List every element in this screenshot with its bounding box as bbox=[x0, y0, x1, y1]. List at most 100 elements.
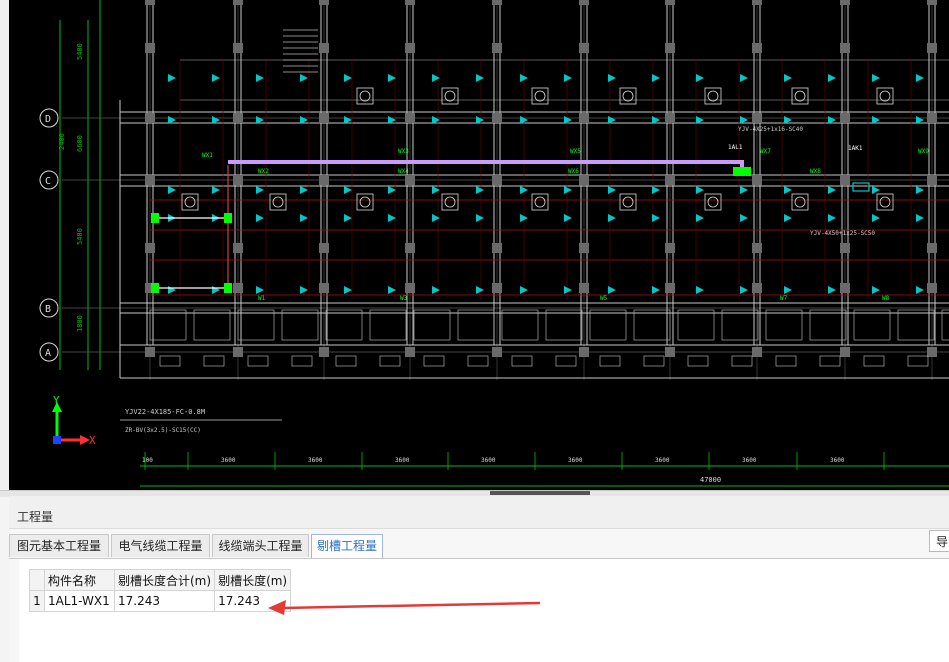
dimension-text: 2400 bbox=[58, 133, 66, 150]
column-block bbox=[319, 113, 329, 123]
column-header-total[interactable]: 剔槽长度合计(m) bbox=[113, 569, 216, 591]
dimension-text: 3600 bbox=[742, 457, 757, 464]
selected-endpoint bbox=[224, 213, 232, 223]
device-marker bbox=[344, 186, 352, 194]
dimension-text: 3600 bbox=[481, 457, 496, 464]
fixture-box bbox=[531, 87, 549, 105]
toilet-block bbox=[677, 309, 715, 341]
fixture-lamp bbox=[794, 196, 806, 208]
cad-viewport[interactable]: 5400 2400 6600 5400 1800 D C B A W1 W3 W5 W7 W8 1AL1 1A… bbox=[0, 0, 949, 490]
toilet-block bbox=[853, 309, 891, 341]
device-marker bbox=[168, 286, 176, 294]
dimension-text: 47000 bbox=[700, 476, 721, 484]
toilet-fixture bbox=[687, 355, 709, 367]
cell-name[interactable]: 1AL1-WX1 bbox=[44, 590, 115, 612]
toilet-block bbox=[589, 309, 627, 341]
column-block bbox=[233, 0, 243, 5]
toilet-fixture bbox=[775, 355, 797, 367]
export-button[interactable]: 导 bbox=[929, 530, 949, 552]
toilet-block bbox=[545, 309, 583, 341]
device-marker bbox=[476, 286, 484, 294]
column-block bbox=[233, 43, 243, 53]
column-block bbox=[233, 175, 243, 185]
row-number: 1 bbox=[29, 590, 45, 612]
toilet-fixture bbox=[423, 355, 445, 367]
device-marker bbox=[432, 186, 440, 194]
circuit-label: WX3 bbox=[398, 148, 409, 155]
selected-endpoint bbox=[224, 283, 232, 293]
device-marker bbox=[652, 286, 660, 294]
fixture-lamp bbox=[534, 90, 546, 102]
column-block bbox=[665, 243, 675, 253]
fixture-lamp bbox=[359, 90, 371, 102]
cell-total[interactable]: 17.243 bbox=[113, 590, 216, 612]
table-row[interactable]: 1 1AL1-WX1 17.243 17.243 bbox=[29, 590, 292, 612]
column-block bbox=[319, 283, 329, 293]
panel-box-1al1 bbox=[733, 167, 751, 176]
dimension-text: 3600 bbox=[308, 457, 323, 464]
panel-box-1ak1 bbox=[852, 182, 870, 192]
device-marker bbox=[476, 74, 484, 82]
fixture-box bbox=[269, 193, 287, 211]
device-marker bbox=[652, 74, 660, 82]
fixture-box bbox=[531, 193, 549, 211]
toilet-fixture bbox=[643, 355, 665, 367]
circuit-label: W7 bbox=[780, 295, 788, 302]
toilet-fixture bbox=[467, 355, 489, 367]
device-marker bbox=[872, 286, 880, 294]
tab-groove-quantity[interactable]: 剔槽工程量 bbox=[311, 534, 383, 559]
column-block bbox=[752, 347, 762, 357]
column-block bbox=[927, 243, 937, 253]
row-number-header bbox=[29, 569, 45, 591]
column-block bbox=[752, 283, 762, 293]
fixture-lamp bbox=[879, 90, 891, 102]
fixture-lamp bbox=[707, 90, 719, 102]
toilet-fixture bbox=[511, 355, 533, 367]
circuit-label: WX6 bbox=[568, 168, 579, 175]
device-marker bbox=[432, 74, 440, 82]
device-marker bbox=[212, 186, 220, 194]
column-header-name[interactable]: 构件名称 bbox=[44, 569, 115, 591]
column-block bbox=[579, 113, 589, 123]
column-block bbox=[405, 0, 415, 5]
column-block bbox=[752, 175, 762, 185]
toilet-block bbox=[369, 309, 407, 341]
device-marker bbox=[168, 74, 176, 82]
quantity-panel: 工程量 图元基本工程量 电气线缆工程量 线缆端头工程量 剔槽工程量 导 构件名称… bbox=[9, 496, 949, 662]
ucs-origin bbox=[53, 436, 61, 444]
column-block bbox=[579, 243, 589, 253]
device-marker bbox=[872, 74, 880, 82]
device-marker bbox=[476, 214, 484, 222]
toilet-block bbox=[633, 309, 671, 341]
fixture-lamp bbox=[272, 196, 284, 208]
fixture-box bbox=[356, 87, 374, 105]
cell-length[interactable]: 17.243 bbox=[214, 590, 292, 612]
fixture-box bbox=[619, 87, 637, 105]
column-block bbox=[579, 175, 589, 185]
toilet-fixture bbox=[291, 355, 313, 367]
toilet-block bbox=[237, 309, 275, 341]
splitter-grip[interactable] bbox=[490, 491, 590, 495]
column-block bbox=[579, 283, 589, 293]
selected-cable bbox=[228, 160, 744, 170]
toilet-fixture bbox=[907, 355, 929, 367]
cad-drawing[interactable]: 5400 2400 6600 5400 1800 D C B A W1 W3 W5 W7 W8 1AL1 1A… bbox=[0, 0, 949, 490]
column-block bbox=[840, 243, 850, 253]
column-block bbox=[233, 347, 243, 357]
table-header-row: 构件名称 剔槽长度合计(m) 剔槽长度(m) bbox=[29, 569, 292, 591]
tab-basic-quantity[interactable]: 图元基本工程量 bbox=[9, 534, 109, 557]
column-block bbox=[233, 283, 243, 293]
device-marker bbox=[564, 214, 572, 222]
cable-note: ZR-BV(3x2.5)-SC15(CC) bbox=[125, 427, 201, 434]
fixture-box bbox=[704, 193, 722, 211]
tab-cable-quantity[interactable]: 电气线缆工程量 bbox=[111, 534, 210, 557]
tab-cable-end-quantity[interactable]: 线缆端头工程量 bbox=[212, 534, 309, 557]
column-block bbox=[319, 347, 329, 357]
column-header-length[interactable]: 剔槽长度(m) bbox=[214, 569, 292, 591]
device-marker bbox=[432, 286, 440, 294]
column-block bbox=[927, 347, 937, 357]
toilet-block bbox=[501, 309, 539, 341]
dimension-text: 1800 bbox=[76, 315, 84, 332]
column-block bbox=[145, 113, 155, 123]
toilet-block bbox=[149, 309, 187, 341]
